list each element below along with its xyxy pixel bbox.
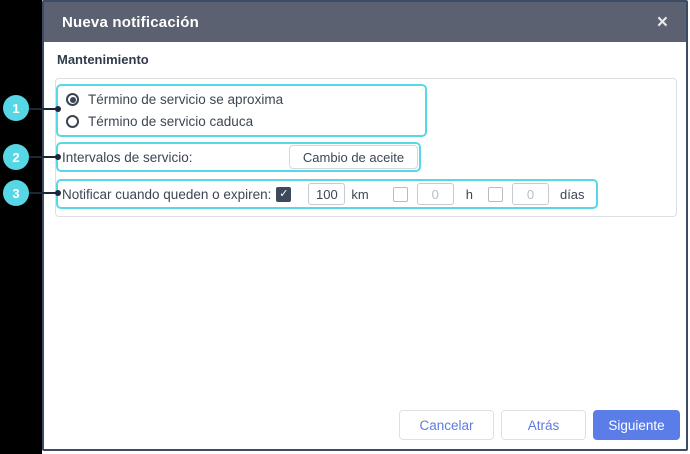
radio-option-label: Término de servicio caduca xyxy=(88,113,254,129)
callout-badge-1: 1 xyxy=(3,95,29,121)
radio-option-approaching[interactable]: Término de servicio se aproxima xyxy=(66,92,425,107)
dialog-title: Nueva notificación xyxy=(62,13,199,31)
screenshot-canvas: Nueva notificación × Mantenimiento Térmi… xyxy=(0,0,690,454)
dialog-footer: Cancelar Atrás Siguiente xyxy=(399,410,680,440)
annotation-background xyxy=(0,0,42,454)
service-interval-row: Intervalos de servicio: Cambio de aceite xyxy=(56,142,421,172)
days-checkbox[interactable] xyxy=(487,186,503,202)
radio-option-label: Término de servicio se aproxima xyxy=(88,92,284,108)
new-notification-dialog: Nueva notificación × Mantenimiento Térmi… xyxy=(42,0,688,451)
km-unit-label: km xyxy=(351,186,369,202)
hours-unit-label: h xyxy=(465,186,473,202)
callout-connector-2 xyxy=(29,154,61,160)
service-interval-select[interactable]: Cambio de aceite xyxy=(289,145,418,169)
hours-value-input[interactable] xyxy=(416,183,454,205)
callout-connector-3 xyxy=(29,190,61,196)
next-button[interactable]: Siguiente xyxy=(593,410,680,440)
dialog-header: Nueva notificación × xyxy=(44,2,686,42)
radio-option-expired[interactable]: Término de servicio caduca xyxy=(66,114,425,129)
km-checkbox[interactable]: ✓ xyxy=(276,186,292,202)
notify-label: Notificar cuando queden o expiren: xyxy=(62,186,272,202)
km-value-input[interactable] xyxy=(308,183,346,205)
service-interval-label: Intervalos de servicio: xyxy=(62,149,193,165)
notify-threshold-row: Notificar cuando queden o expiren: ✓ km … xyxy=(56,179,598,209)
callout-badge-3: 3 xyxy=(3,180,29,206)
hours-checkbox[interactable] xyxy=(392,186,408,202)
callout-badge-2: 2 xyxy=(3,144,29,170)
close-icon[interactable]: × xyxy=(657,13,668,32)
callout-connector-1 xyxy=(29,106,61,112)
days-value-input[interactable] xyxy=(511,183,549,205)
section-title: Mantenimiento xyxy=(57,52,149,67)
radio-selected-icon[interactable] xyxy=(66,93,79,107)
days-unit-label: días xyxy=(559,186,585,202)
service-term-radio-group: Término de servicio se aproxima Término … xyxy=(56,84,427,137)
cancel-button[interactable]: Cancelar xyxy=(399,410,494,440)
back-button[interactable]: Atrás xyxy=(501,410,586,440)
radio-unselected-icon[interactable] xyxy=(66,114,79,128)
